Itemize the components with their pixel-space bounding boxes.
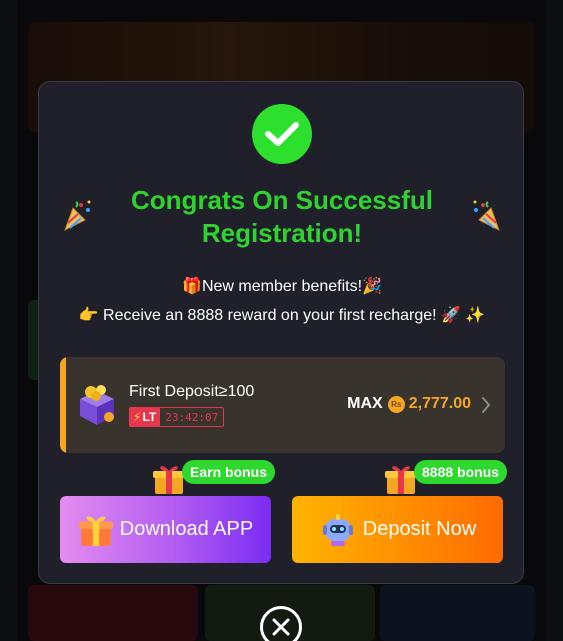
- max-label: MAX: [347, 395, 383, 412]
- gift-icon: 🎁: [182, 276, 202, 295]
- download-app-label: Download APP: [119, 518, 254, 540]
- benefit-line-reward: 👉 Receive an 8888 reward on your first r…: [39, 305, 525, 325]
- lightning-icon: ⚡: [133, 410, 142, 424]
- badge-label: LT: [142, 410, 157, 424]
- checkmark-icon: [252, 104, 312, 164]
- max-value: 2,777.00: [408, 395, 471, 412]
- registration-success-dialog: Congrats On Successful Registration! 🎁Ne…: [38, 81, 524, 584]
- close-dialog-button[interactable]: [260, 606, 302, 641]
- chevron-right-icon: [481, 396, 491, 419]
- countdown-timer: 23:42:07: [165, 410, 219, 424]
- limited-time-badge: ⚡LT 23:42:07: [129, 407, 225, 427]
- benefit-line-new-member: 🎁New member benefits!🎉: [39, 276, 525, 296]
- deposit-now-button[interactable]: Deposit Now: [292, 496, 503, 563]
- bonus-amount-tag: 8888 bonus: [414, 460, 508, 484]
- deposit-now-label: Deposit Now: [362, 518, 477, 540]
- pointing-hand-icon: 👉: [78, 305, 99, 324]
- dialog-title: Congrats On Successful Registration!: [131, 185, 433, 248]
- treasure-box-icon: [74, 383, 120, 432]
- earn-bonus-tag: Earn bonus: [182, 460, 276, 484]
- gift-icon: [78, 512, 114, 548]
- party-popper-icon: [469, 198, 505, 239]
- first-deposit-offer-card[interactable]: First Deposit≥100 ⚡LT 23:42:07 MAX Rs 2,…: [60, 357, 505, 453]
- benefit-text: Receive an 8888 reward on your first rec…: [103, 307, 437, 324]
- robot-icon: [319, 511, 357, 549]
- max-reward: MAX Rs 2,777.00: [347, 395, 471, 413]
- rocket-icon: 🚀: [441, 305, 461, 324]
- party-popper-icon: 🎉: [362, 276, 382, 295]
- close-icon: [272, 618, 290, 636]
- benefit-text: New member benefits!: [201, 278, 363, 295]
- limited-time-tag: ⚡LT: [130, 408, 161, 426]
- offer-title: First Deposit≥100: [129, 383, 255, 400]
- party-popper-icon: [59, 198, 95, 239]
- sparkles-icon: ✨: [465, 305, 486, 324]
- rupee-coin-icon: Rs: [387, 395, 405, 413]
- card-accent-bar: [60, 357, 66, 453]
- download-app-button[interactable]: Download APP: [60, 496, 271, 563]
